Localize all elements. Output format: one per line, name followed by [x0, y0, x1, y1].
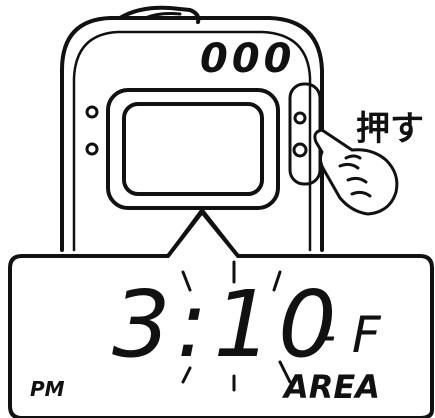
- left-button-upper: [85, 105, 99, 119]
- left-side-buttons: [85, 105, 99, 156]
- display-mode: AREA: [281, 368, 380, 406]
- push-instruction-label: 押す: [356, 109, 424, 149]
- right-button-lower-pressed[interactable]: [292, 142, 308, 158]
- display-period: PM: [30, 377, 65, 401]
- device-lcd-window: [106, 88, 280, 210]
- display-suffix: - F: [318, 306, 382, 364]
- left-button-lower: [85, 142, 99, 156]
- display-time: 3:10: [112, 271, 343, 378]
- top-indicator-digits: 000: [200, 36, 296, 82]
- device-illustration: 000 押す 3:10 - F PM AREA: [8, 5, 434, 418]
- right-button-upper: [293, 111, 307, 125]
